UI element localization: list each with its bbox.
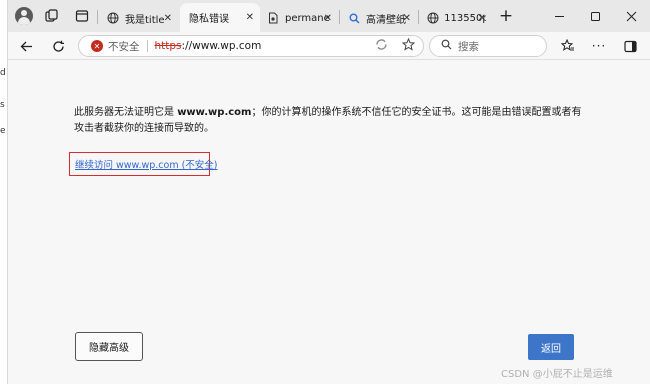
minimize-icon [554,15,564,17]
tab-label: 隐私错误 [189,14,229,25]
close-icon[interactable]: ✕ [164,13,172,24]
favorites-button[interactable] [557,36,579,56]
plus-icon: + [498,6,514,26]
tab-2-active[interactable]: 隐私错误 ✕ [180,3,260,32]
search-icon [347,11,361,25]
url-text: ://www.wp.com [181,40,262,52]
favorite-button[interactable] [401,37,416,54]
desktop-glyph: s [0,100,5,110]
maximize-icon [590,11,600,21]
watermark: CSDN @小屁不止是运维 [501,369,613,380]
address-actions [375,37,416,54]
url-scheme: https [154,40,182,52]
globe-icon [426,11,439,25]
close-icon[interactable]: ✕ [403,13,411,24]
search-placeholder: 搜索 [458,40,479,53]
maximize-button[interactable] [577,0,613,32]
tab-actions-icon [75,10,89,22]
star-icon [401,37,416,51]
search-input[interactable]: 搜索 [429,35,547,57]
refresh-icon [52,40,64,52]
more-icon: ··· [591,39,607,53]
sidebar-toggle-button[interactable] [619,36,641,56]
desktop-edge: d s e [0,0,8,384]
security-label[interactable]: 不安全 [108,39,140,54]
new-tab-button[interactable]: + [492,2,520,30]
favorites-icon [561,39,574,51]
browser-window: 我是title ✕ 隐私错误 ✕ permane ✕ 高清壁纸 ✕ 113550… [8,0,650,384]
proceed-unsafe-link[interactable]: 继续访问 www.wp.com (不安全) [75,157,218,171]
close-icon[interactable]: ✕ [324,13,332,24]
collections-button[interactable] [38,2,66,30]
collections-icon [45,9,58,22]
close-window-button[interactable] [613,0,649,32]
arrow-left-icon [20,41,32,51]
close-icon[interactable]: ✕ [246,12,254,23]
tab-actions-button[interactable] [68,2,96,30]
error-message: 此服务器无法证明它是 www.wp.com；你的计算机的操作系统不信任它的安全证… [74,105,584,137]
back-to-safety-button[interactable]: 返回 [528,334,574,360]
tab-separator [339,10,340,24]
desktop-glyph: d [0,68,6,78]
tab-separator [418,10,419,24]
error-page: 此服务器无法证明它是 www.wp.com；你的计算机的操作系统不信任它的安全证… [8,61,650,384]
tab-label: 高清壁纸 [366,14,406,26]
tab-4[interactable]: 高清壁纸 ✕ [341,4,417,32]
app-available-icon [376,39,387,50]
page-icon [266,11,280,25]
profile-button[interactable] [10,2,38,30]
not-secure-icon[interactable]: ✕ [91,40,103,52]
refresh-button[interactable] [47,36,69,56]
close-icon[interactable]: ✕ [478,13,486,24]
tab-3[interactable]: permane ✕ [260,4,338,32]
minimize-button[interactable] [541,0,577,32]
address-bar[interactable]: ✕ 不安全 https ://www.wp.com [78,35,424,57]
message-part-1: 此服务器无法证明它是 [74,107,178,118]
tab-bar: 我是title ✕ 隐私错误 ✕ permane ✕ 高清壁纸 ✕ 113550… [8,0,650,32]
close-icon [626,11,636,21]
profile-icon [15,7,33,25]
desktop-glyph: e [0,126,6,136]
sidebar-icon [623,40,637,52]
tab-1[interactable]: 我是title ✕ [100,4,178,32]
globe-icon [106,11,120,25]
search-icon [441,39,452,53]
read-aloud-button[interactable] [375,38,388,54]
tab-separator [97,10,98,24]
address-separator [146,40,148,52]
more-menu-button[interactable]: ··· [588,36,610,56]
navigation-toolbar: ✕ 不安全 https ://www.wp.com 搜索 ··· [8,32,650,60]
tab-label: 我是title [125,14,165,26]
tab-5[interactable]: 113550p ✕ [420,4,492,32]
message-domain: www.wp.com [177,107,252,118]
hide-advanced-button[interactable]: 隐藏高级 [75,332,143,361]
back-button[interactable] [15,36,37,56]
